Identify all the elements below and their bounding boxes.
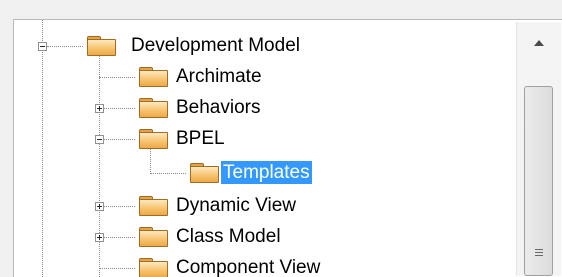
- tree-connector-line: [104, 139, 135, 140]
- tree-connector-line: [99, 268, 135, 269]
- tree-item-behaviors[interactable]: Behaviors: [174, 96, 263, 119]
- tree-connector-line: [104, 108, 135, 109]
- folder-icon: [190, 163, 219, 183]
- tree-connector-line: [99, 54, 100, 277]
- folder-icon: [139, 129, 168, 149]
- folder-icon: [139, 196, 168, 216]
- vertical-scrollbar[interactable]: [516, 22, 561, 276]
- tree-item-class-model[interactable]: Class Model: [174, 225, 283, 248]
- tree-view[interactable]: Development Model Archimate Behaviors BP…: [13, 19, 562, 277]
- tree-connector-line: [104, 206, 135, 207]
- scroll-up-button[interactable]: [524, 30, 554, 56]
- expand-toggle-dynamic-view[interactable]: [95, 202, 104, 211]
- tree-connector-line: [150, 146, 151, 174]
- tree-item-archimate[interactable]: Archimate: [174, 65, 264, 88]
- folder-icon: [87, 36, 116, 56]
- folder-icon: [139, 98, 168, 118]
- scrollbar-grip: [535, 249, 543, 250]
- folder-icon: [139, 258, 168, 277]
- tree-connector-line: [47, 46, 83, 47]
- tree-item-templates[interactable]: Templates: [221, 161, 312, 184]
- collapse-toggle-bpel[interactable]: [95, 135, 104, 144]
- folder-icon: [139, 227, 168, 247]
- tree-connector-line: [42, 20, 43, 277]
- tree-item-component-view[interactable]: Component View: [174, 256, 322, 277]
- tree-item-bpel[interactable]: BPEL: [174, 127, 227, 150]
- tree-connector-line: [104, 237, 135, 238]
- tree-connector-line: [150, 173, 186, 174]
- scrollbar-grip: [535, 255, 543, 256]
- expand-toggle-behaviors[interactable]: [95, 104, 104, 113]
- scrollbar-thumb[interactable]: [524, 86, 553, 276]
- scroll-up-arrow-icon: [534, 40, 544, 46]
- scrollbar-grip: [535, 252, 543, 253]
- tree-item-dynamic-view[interactable]: Dynamic View: [174, 194, 298, 217]
- tree-item-development-model[interactable]: Development Model: [129, 34, 302, 57]
- expand-toggle-class-model[interactable]: [95, 233, 104, 242]
- tree-connector-line: [99, 77, 135, 78]
- folder-icon: [139, 67, 168, 87]
- collapse-toggle-development-model[interactable]: [38, 42, 47, 51]
